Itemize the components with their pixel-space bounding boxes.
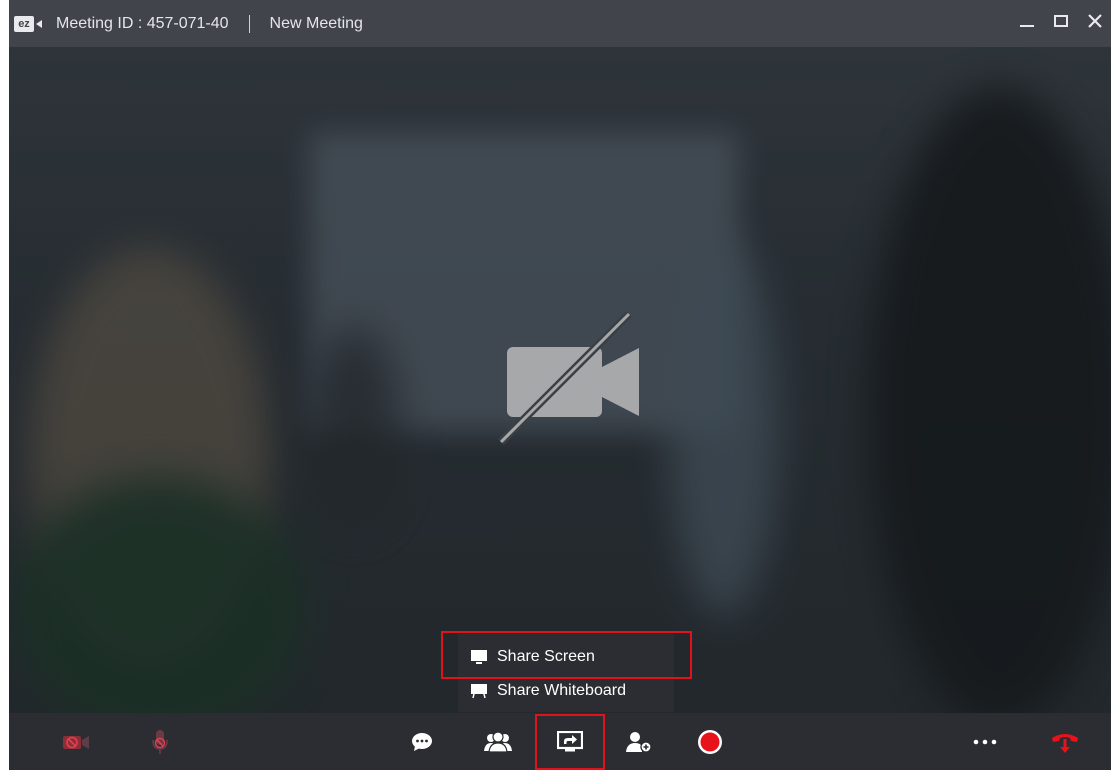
monitor-icon: [470, 649, 488, 665]
meeting-id: Meeting ID : 457-071-40: [56, 14, 229, 32]
title-separator: [248, 14, 250, 33]
title-bar: ez Meeting ID : 457-071-40 New Meeting: [9, 0, 1111, 47]
close-icon[interactable]: [1087, 13, 1103, 34]
people-icon: [484, 730, 512, 753]
record-icon: [698, 729, 722, 754]
maximize-icon[interactable]: [1053, 13, 1069, 34]
share-menu: Share Screen Share Whiteboard: [458, 634, 674, 712]
share-screen-icon: [557, 730, 583, 751]
logo-text: ez: [14, 15, 34, 32]
share-button[interactable]: [545, 713, 595, 770]
mic-off-button[interactable]: [145, 713, 175, 770]
camera-off-icon: [498, 312, 639, 445]
share-screen-label: Share Screen: [497, 648, 595, 665]
meeting-window: ez Meeting ID : 457-071-40 New Meeting S…: [9, 0, 1111, 770]
end-call-button[interactable]: [1043, 713, 1087, 770]
hang-up-icon: [1052, 733, 1078, 753]
invite-button[interactable]: [619, 713, 659, 770]
more-dots-icon: [973, 739, 997, 744]
meeting-toolbar: [9, 713, 1111, 770]
logo-camera-icon: [36, 19, 42, 28]
window-controls: [1019, 0, 1103, 47]
video-area: [9, 47, 1111, 713]
app-logo: ez: [14, 15, 42, 32]
video-off-button[interactable]: [57, 713, 97, 770]
chat-bubble-icon: [412, 732, 432, 751]
share-screen-option[interactable]: Share Screen: [458, 640, 674, 674]
meeting-name: New Meeting: [269, 14, 363, 32]
mic-off-icon: [152, 729, 168, 754]
share-whiteboard-label: Share Whiteboard: [497, 682, 626, 699]
minimize-icon[interactable]: [1019, 13, 1035, 34]
more-button[interactable]: [967, 713, 1003, 770]
whiteboard-icon: [470, 683, 488, 699]
participants-button[interactable]: [476, 713, 520, 770]
record-button[interactable]: [690, 713, 730, 770]
add-person-icon: [626, 731, 652, 753]
share-whiteboard-option[interactable]: Share Whiteboard: [458, 674, 674, 708]
chat-button[interactable]: [402, 713, 442, 770]
video-off-icon: [63, 735, 89, 749]
